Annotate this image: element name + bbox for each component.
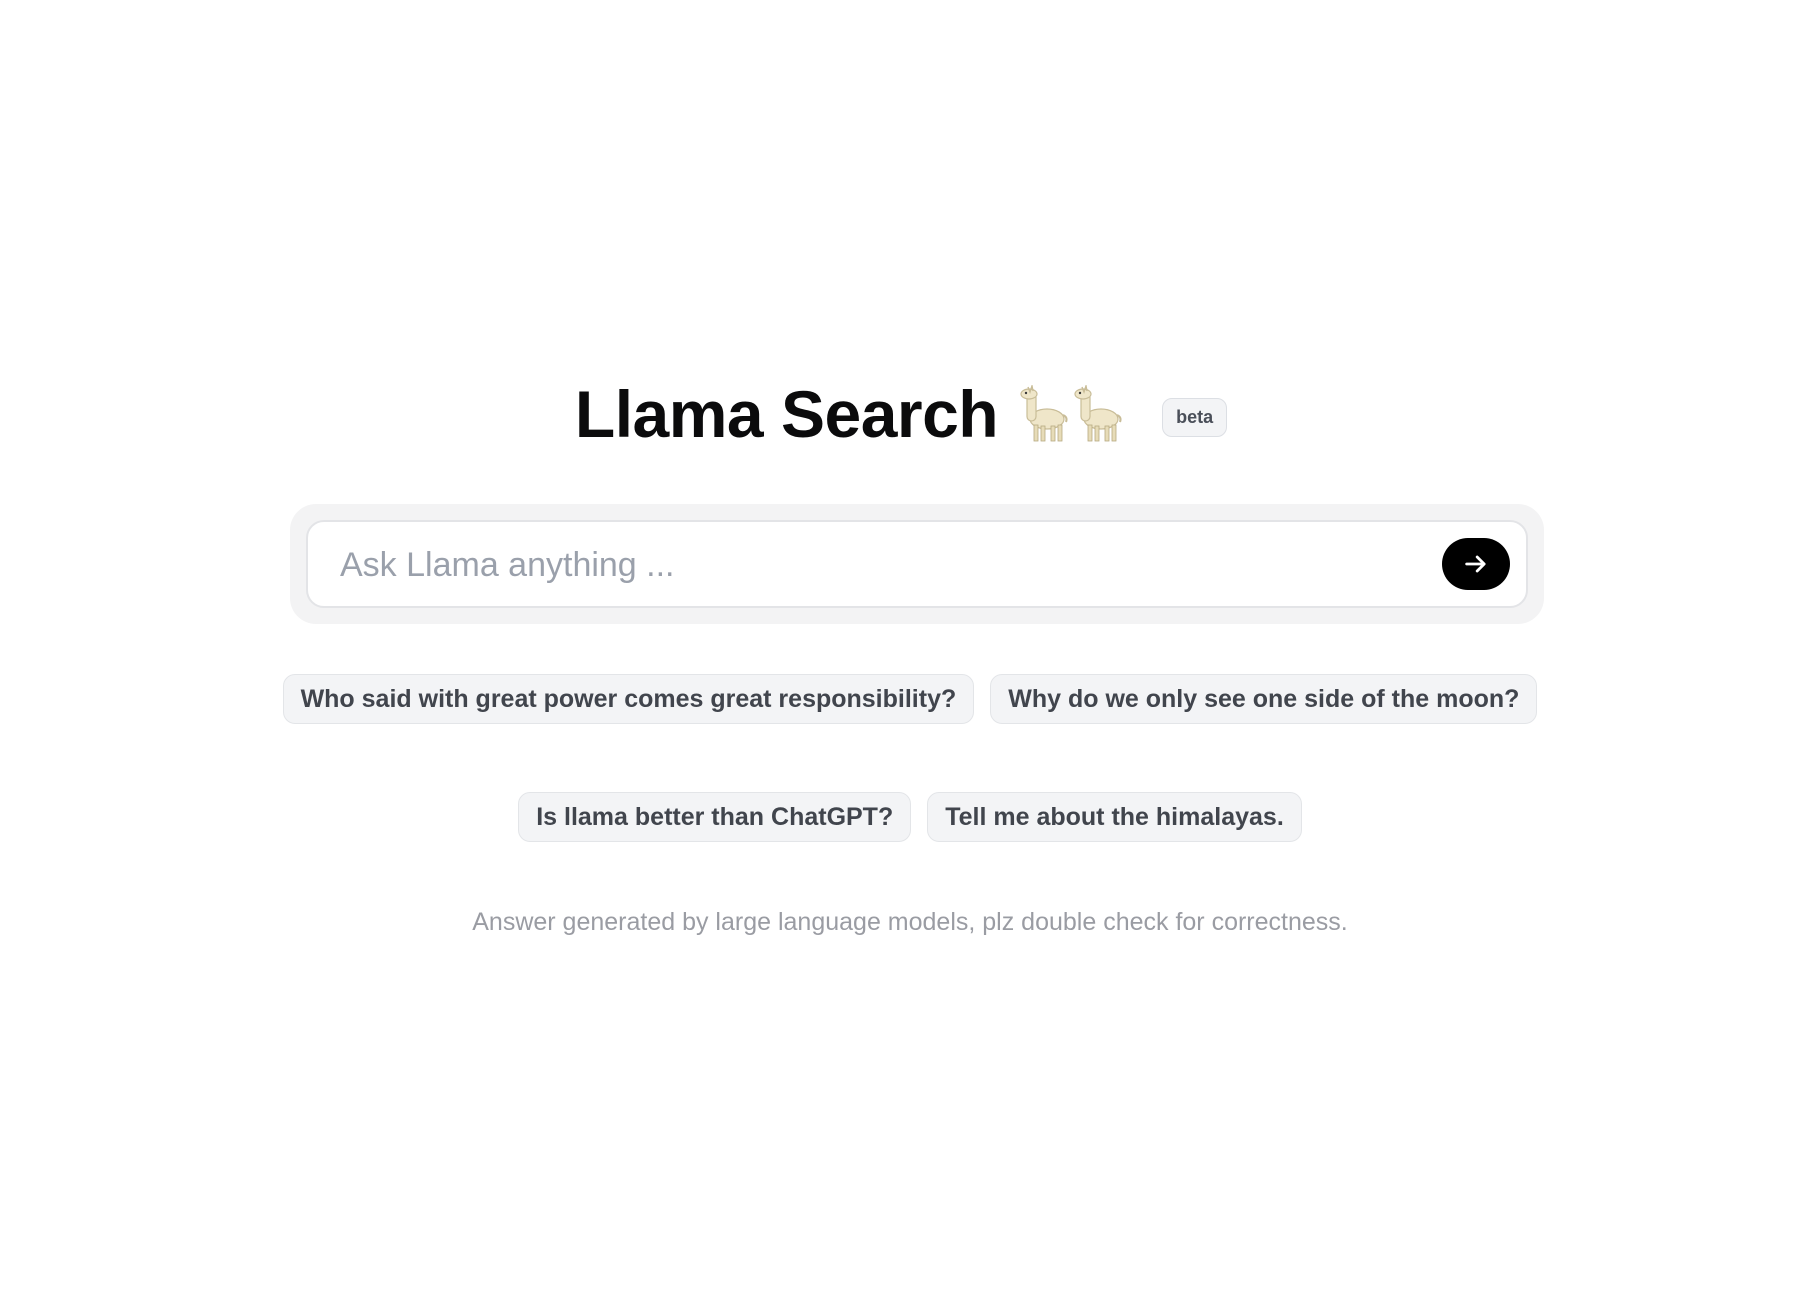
- suggestion-chip[interactable]: Is llama better than ChatGPT?: [518, 792, 912, 842]
- page-title: Llama Search: [574, 377, 999, 451]
- suggestions-row: Who said with great power comes great re…: [0, 674, 1820, 724]
- page: Llama Search beta Ask Llama anything ...…: [0, 0, 1820, 1302]
- suggestion-chip[interactable]: Who said with great power comes great re…: [282, 674, 975, 724]
- submit-button[interactable]: [1442, 538, 1510, 590]
- llama-icon: [1074, 385, 1124, 443]
- search-container: [290, 504, 1544, 624]
- llama-icon: [1020, 385, 1070, 443]
- disclaimer-text: Answer generated by large language model…: [472, 908, 1348, 936]
- header: Llama Search beta: [0, 376, 1820, 452]
- suggestion-chip[interactable]: Tell me about the himalayas.: [927, 792, 1302, 842]
- suggestion-chip[interactable]: Why do we only see one side of the moon?: [990, 674, 1538, 724]
- search-box: [306, 520, 1528, 608]
- beta-badge: beta: [1162, 397, 1228, 437]
- search-input[interactable]: [338, 522, 1392, 608]
- arrow-right-icon: [1465, 555, 1486, 573]
- llama-emoji-group: [1020, 385, 1124, 443]
- suggestions-row: Is llama better than ChatGPT? Tell me ab…: [0, 792, 1820, 842]
